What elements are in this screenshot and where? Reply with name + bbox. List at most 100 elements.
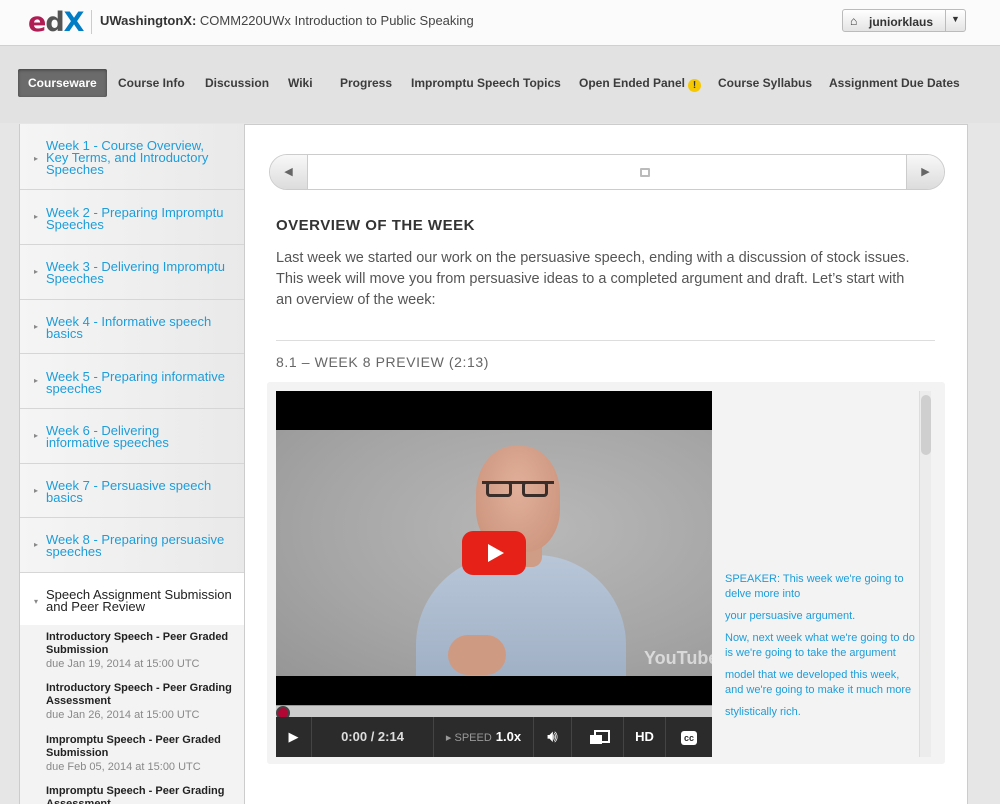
speaker-hand — [448, 635, 506, 675]
sidebar-chapter-week-7[interactable]: ▸ Week 7 - Persuasive speech basics — [20, 464, 244, 518]
sidebar-chapter-week-1[interactable]: ▸ Week 1 - Course Overview, Key Terms, a… — [20, 124, 244, 190]
sidebar-chapter-label: Week 8 - Preparing persuasive speeches — [46, 532, 225, 559]
sequence-item-video[interactable] — [308, 155, 906, 189]
tab-course-syllabus[interactable]: Course Syllabus — [718, 69, 812, 97]
chevron-right-icon: ▸ — [34, 267, 39, 276]
transcript-line[interactable]: stylistically rich. — [725, 705, 915, 720]
triangle-right-icon: ▸ — [445, 732, 452, 744]
speed-label: SPEED — [454, 732, 492, 744]
chevron-right-icon: ▸ — [34, 212, 39, 221]
intro-paragraph: Last week we started our work on the per… — [276, 250, 910, 308]
sidebar-chapter-label: Week 6 - Delivering informative speeches — [46, 423, 169, 450]
sidebar-chapter-label: Speech Assignment Submission and Peer Re… — [46, 587, 232, 614]
transcript-line[interactable]: your persuasive argument. — [725, 609, 915, 624]
sidebar-section[interactable]: Introductory Speech - Peer Grading Asses… — [46, 682, 236, 722]
sidebar-chapter-week-4[interactable]: ▸ Week 4 - Informative speech basics — [20, 300, 244, 354]
video-controls: ▶ 0:00 / 2:14 ▸ SPEED 1.0x 🔊︎ HD cc — [276, 717, 712, 757]
home-icon[interactable]: ⌂ — [850, 14, 857, 28]
sidebar-chapter-week-6[interactable]: ▸ Week 6 - Delivering informative speech… — [20, 409, 244, 464]
sequence-next-button[interactable]: ▶ — [906, 155, 944, 189]
chevron-right-icon: ▸ — [34, 154, 39, 163]
section-due-date: due Feb 05, 2014 at 15:00 UTC — [46, 761, 201, 773]
tab-impromptu-speech-topics[interactable]: Impromptu Speech Topics — [411, 69, 561, 97]
sidebar-chapter-week-8[interactable]: ▸ Week 8 - Preparing persuasive speeches — [20, 518, 244, 573]
triangle-left-icon: ◀ — [284, 166, 293, 178]
chevron-right-icon: ▸ — [34, 431, 39, 440]
film-icon — [640, 168, 650, 177]
sidebar-chapter-label: Week 7 - Persuasive speech basics — [46, 478, 212, 505]
transcript-line[interactable]: Now, next week what we're going to do is… — [725, 631, 915, 661]
fullscreen-icon — [590, 730, 610, 744]
sidebar-section[interactable]: Introductory Speech - Peer Graded Submis… — [46, 631, 236, 671]
tab-open-ended-panel-label: Open Ended Panel — [579, 76, 686, 90]
hd-button[interactable]: HD — [624, 717, 666, 757]
video-time: 0:00 / 2:14 — [312, 717, 434, 757]
video-transcript: SPEAKER: This week we're going to delve … — [725, 572, 915, 727]
video-frame[interactable]: YouTube — [276, 430, 712, 676]
sidebar-chapter-week-5[interactable]: ▸ Week 5 - Preparing informative speeche… — [20, 354, 244, 409]
course-title: UWashingtonX: COMM220UWx Introduction to… — [100, 13, 474, 28]
sidebar-chapter-label: Week 4 - Informative speech basics — [46, 314, 212, 341]
sidebar-chapter-week-3[interactable]: ▸ Week 3 - Delivering Impromptu Speeches — [20, 245, 244, 300]
sidebar-chapter-label: Week 5 - Preparing informative speeches — [46, 369, 225, 396]
tab-courseware[interactable]: Courseware — [18, 69, 107, 97]
site-header: edX UWashingtonX: COMM220UWx Introductio… — [0, 0, 1000, 46]
video-progress-slider[interactable] — [276, 705, 712, 720]
chevron-right-icon: ▸ — [34, 322, 39, 331]
youtube-watermark[interactable]: YouTube — [644, 648, 712, 669]
transcript-scrollbar[interactable] — [919, 391, 931, 757]
tab-discussion[interactable]: Discussion — [205, 69, 269, 97]
sequence-prev-button[interactable]: ◀ — [270, 155, 308, 189]
section-title: Introductory Speech - Peer Grading Asses… — [46, 682, 232, 707]
transcript-line[interactable]: model that we developed this week, and w… — [725, 668, 915, 698]
username[interactable]: juniorklaus — [869, 15, 933, 29]
fullscreen-button[interactable] — [572, 717, 624, 757]
speaker-glasses — [482, 481, 554, 497]
play-button[interactable]: ▶ — [276, 717, 312, 757]
transcript-line[interactable]: SPEAKER: This week we're going to delve … — [725, 572, 915, 602]
overview-heading: OVERVIEW OF THE WEEK — [276, 217, 475, 234]
tab-assignment-due-dates[interactable]: Assignment Due Dates — [829, 69, 960, 97]
youtube-play-icon[interactable] — [462, 531, 526, 575]
section-title: Impromptu Speech - Peer Grading Assessme… — [46, 785, 225, 804]
header-divider — [91, 10, 92, 34]
section-due-date: due Jan 26, 2014 at 15:00 UTC — [46, 709, 200, 721]
play-icon: ▶ — [288, 729, 299, 744]
video-heading: 8.1 – WEEK 8 PREVIEW (2:13) — [276, 354, 490, 370]
sidebar-section[interactable]: Impromptu Speech - Peer Graded Submissio… — [46, 734, 236, 774]
sidebar-chapter-label: Week 3 - Delivering Impromptu Speeches — [46, 259, 225, 286]
chevron-right-icon: ▸ — [34, 376, 39, 385]
main-content: ◀ ▶ OVERVIEW OF THE WEEK Last week we st… — [244, 124, 968, 804]
chevron-right-icon: ▸ — [34, 540, 39, 549]
speed-control[interactable]: ▸ SPEED 1.0x — [434, 717, 534, 757]
tab-wiki[interactable]: Wiki — [288, 69, 313, 97]
section-title: Impromptu Speech - Peer Graded Submissio… — [46, 734, 221, 759]
course-sidebar: ▸ Week 1 - Course Overview, Key Terms, a… — [19, 124, 244, 804]
tab-progress[interactable]: Progress — [340, 69, 392, 97]
speed-value: 1.0x — [495, 729, 522, 744]
sidebar-chapter-label: Week 2 - Preparing Impromptu Speeches — [46, 205, 224, 232]
tab-open-ended-panel[interactable]: Open Ended Panel! — [579, 69, 702, 97]
user-menu[interactable]: ⌂ juniorklaus ▼ — [842, 9, 966, 32]
sidebar-chapter-speech-assignment[interactable]: ▾ Speech Assignment Submission and Peer … — [20, 573, 244, 625]
sidebar-chapter-week-2[interactable]: ▸ Week 2 - Preparing Impromptu Speeches — [20, 190, 244, 245]
course-nav: Courseware Course Info Discussion Wiki P… — [0, 46, 1000, 123]
sidebar-section[interactable]: Impromptu Speech - Peer Grading Assessme… — [46, 785, 236, 804]
chevron-down-icon: ▾ — [34, 597, 39, 606]
divider — [276, 340, 935, 341]
scrollbar-thumb[interactable] — [921, 395, 931, 455]
volume-button[interactable]: 🔊︎ — [534, 717, 572, 757]
tab-course-info[interactable]: Course Info — [118, 69, 185, 97]
warning-icon: ! — [688, 79, 702, 92]
chevron-right-icon: ▸ — [34, 486, 39, 495]
sequence-nav: ◀ ▶ — [269, 154, 945, 190]
sidebar-chapter-label: Week 1 - Course Overview, Key Terms, and… — [46, 138, 209, 177]
user-menu-divider — [945, 10, 946, 31]
course-org: UWashingtonX: — [100, 13, 197, 28]
edx-logo[interactable]: edX — [28, 7, 84, 38]
captions-button[interactable]: cc — [666, 717, 712, 757]
speaker-icon: 🔊︎ — [547, 727, 558, 746]
section-title: Introductory Speech - Peer Graded Submis… — [46, 631, 229, 656]
chevron-down-icon[interactable]: ▼ — [951, 14, 960, 24]
video-player[interactable]: YouTube ▶ 0:00 / 2:14 ▸ SPEED 1.0x 🔊︎ HD … — [276, 391, 712, 757]
